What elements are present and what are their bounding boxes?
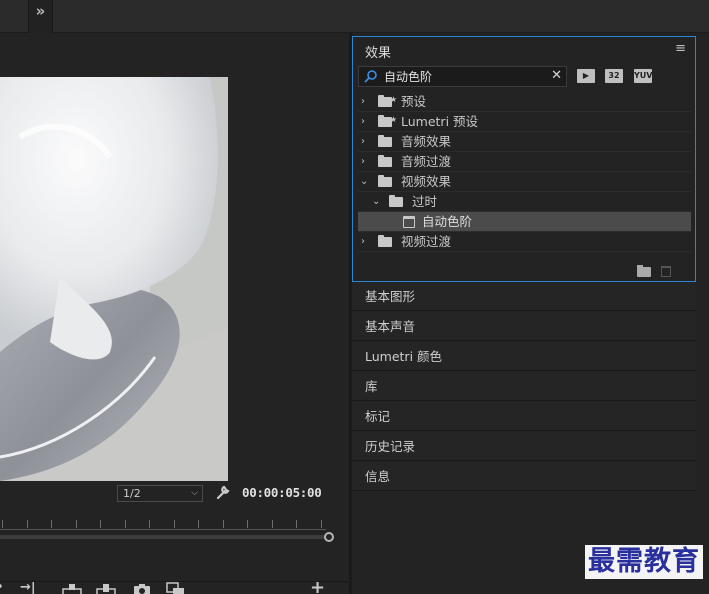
preset-folder-icon [378, 90, 397, 110]
watermark-logo: 最需教育 [585, 545, 703, 579]
panel-label: 标记 [365, 409, 391, 424]
tree-item-label: 自动色阶 [422, 214, 473, 229]
chevron-right-icon[interactable]: › [361, 132, 373, 152]
panel-markers[interactable]: 标记 [352, 402, 696, 431]
panel-title: 效果 [365, 46, 392, 61]
panel-history[interactable]: 历史记录 [352, 432, 696, 461]
monitor-controls: 1/2 ⌵ 00:00:05:00 • →| [0, 481, 349, 594]
duration-timecode: 00:00:05:00 [242, 485, 322, 500]
ruler-tick [51, 520, 52, 528]
panel-label: 基本图形 [365, 289, 416, 304]
tree-item-presets[interactable]: › 预设 [358, 90, 691, 112]
tree-item-audio-transitions[interactable]: › 音频过渡 [358, 152, 691, 172]
tree-item-lumetri-presets[interactable]: › Lumetri 预设 [358, 110, 691, 132]
resolution-select[interactable]: 1/2 ⌵ [117, 485, 203, 502]
panel-footer [353, 263, 695, 281]
tree-item-auto-levels[interactable]: 自动色阶 [358, 212, 691, 232]
panel-essential-sound[interactable]: 基本声音 [352, 312, 696, 341]
tree-item-video-transitions[interactable]: › 视频过渡 [358, 232, 691, 252]
preset-folder-icon [378, 110, 397, 130]
ruler-tick [296, 520, 297, 528]
ruler-tick [75, 520, 77, 528]
panel-lumetri-color[interactable]: Lumetri 颜色 [352, 342, 696, 371]
folder-icon [389, 195, 403, 207]
tree-item-label: 视频过渡 [401, 234, 452, 249]
ruler-tick [2, 520, 3, 528]
folder-icon [378, 135, 392, 147]
chevron-down-icon: ⌵ [191, 488, 198, 498]
folder-icon [378, 235, 392, 247]
program-monitor: 1/2 ⌵ 00:00:05:00 • →| [0, 33, 349, 594]
effects-panel: 效果 ≡ ✕ ▶ 32 YUV › 预设 › Lumetri 预设 › 音频效果… [352, 36, 696, 282]
chevron-right-icon[interactable]: › [361, 232, 373, 252]
tree-item-label: 音频效果 [401, 134, 452, 149]
panel-libraries[interactable]: 库 [352, 372, 696, 401]
ruler-tick [320, 520, 322, 528]
tree-item-obsolete[interactable]: ⌄ 过时 [358, 192, 691, 212]
time-ruler[interactable] [0, 511, 336, 547]
chevron-right-icon[interactable]: › [361, 112, 373, 132]
panel-info[interactable]: 信息 [352, 462, 696, 491]
ruler-tick [26, 520, 28, 528]
search-icon [364, 70, 377, 83]
panel-label: 信息 [365, 469, 391, 484]
tree-item-label: Lumetri 预设 [401, 114, 479, 129]
chevron-right-icon[interactable]: › [361, 152, 373, 172]
panel-label: 库 [365, 379, 378, 394]
ruler-tick [100, 520, 101, 528]
ruler-tick [198, 520, 199, 528]
ruler-tick [173, 520, 175, 528]
tree-item-label: 音频过渡 [401, 154, 452, 169]
tree-item-label: 预设 [401, 94, 427, 109]
panel-label: 基本声音 [365, 319, 416, 334]
ruler-tick [271, 520, 273, 528]
video-frame [0, 77, 228, 481]
tree-item-label: 过时 [412, 194, 438, 209]
bottom-panel-edge [0, 581, 349, 594]
trash-icon[interactable] [661, 266, 671, 277]
effects-tree: › 预设 › Lumetri 预设 › 音频效果 › 音频过渡 ⌄ 视频效果 ⌄… [358, 90, 691, 252]
ruler-ticks [0, 520, 326, 530]
out-point-handle[interactable] [324, 532, 334, 542]
clear-search-icon[interactable]: ✕ [551, 68, 562, 83]
panel-label: Lumetri 颜色 [365, 349, 443, 364]
panel-label: 历史记录 [365, 439, 416, 454]
panel-overflow-button[interactable]: » [28, 0, 53, 33]
effect-icon [403, 216, 415, 228]
folder-icon [378, 175, 392, 187]
chevron-down-icon[interactable]: ⌄ [360, 172, 372, 192]
accelerated-effects-icon[interactable]: ▶ [577, 69, 595, 83]
chevron-down-icon[interactable]: ⌄ [372, 192, 384, 212]
ruler-tick [124, 520, 126, 528]
ruler-tick [222, 520, 224, 528]
wrench-icon[interactable] [214, 483, 232, 501]
search-input[interactable] [384, 68, 546, 85]
top-tab-bar: » [0, 0, 709, 33]
yuv-filter-button[interactable]: YUV [634, 69, 652, 83]
tree-item-video-effects[interactable]: ⌄ 视频效果 [358, 172, 691, 192]
tree-item-label: 视频效果 [401, 174, 452, 189]
hamburger-icon[interactable]: ≡ [675, 41, 686, 56]
chevron-right-icon[interactable]: › [361, 92, 373, 112]
tree-item-audio-effects[interactable]: › 音频效果 [358, 132, 691, 152]
effects-search: ✕ [358, 66, 567, 87]
resolution-value: 1/2 [123, 487, 141, 500]
ruler-tick [247, 520, 248, 528]
new-bin-icon[interactable] [637, 265, 651, 277]
ruler-tick [149, 520, 150, 528]
32-bit-filter-button[interactable]: 32 [605, 69, 623, 83]
panel-essential-graphics[interactable]: 基本图形 [352, 282, 696, 311]
folder-icon [378, 155, 392, 167]
scrub-bar[interactable] [0, 535, 326, 539]
